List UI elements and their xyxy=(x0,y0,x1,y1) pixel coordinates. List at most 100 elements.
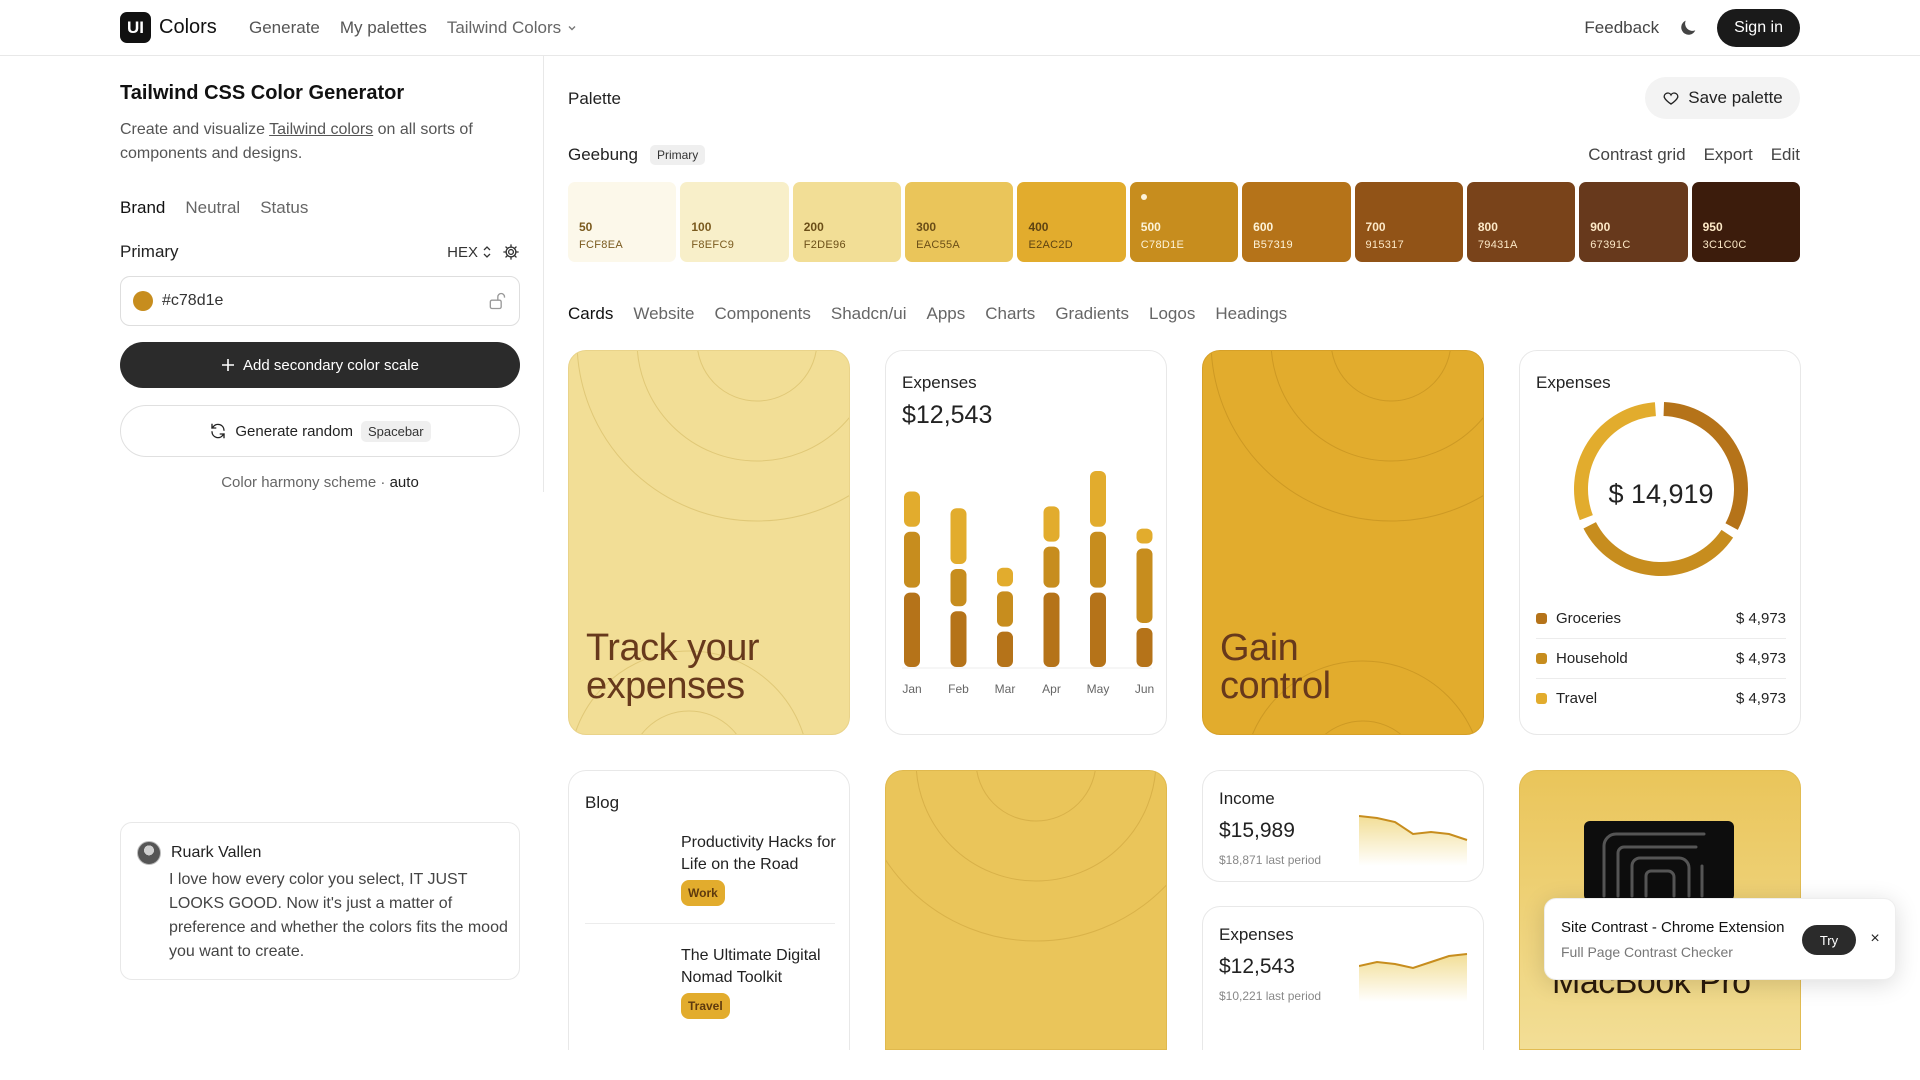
testimonial-card: Ruark Vallen I love how every color you … xyxy=(120,822,520,980)
tag-badge: Work xyxy=(681,880,725,906)
bar-segment-may-1 xyxy=(1090,531,1106,588)
blog-label: Blog xyxy=(585,793,620,812)
legend-name: Travel xyxy=(1556,689,1598,707)
moon-icon[interactable] xyxy=(1677,17,1699,39)
testimonial-quote: I love how every color you select, IT JU… xyxy=(169,871,508,960)
x-tick-label: Apr xyxy=(1042,682,1061,696)
blog-item[interactable]: Productivity Hacks for Life on the Road … xyxy=(681,832,846,906)
swatch-500[interactable]: 500 C78D1E xyxy=(1129,182,1239,262)
x-tick-label: May xyxy=(1087,682,1110,696)
scale-type-tabs: Brand Neutral Status xyxy=(120,198,308,218)
expenses-small-card: Expenses $12,543 $10,221 last period xyxy=(1202,906,1484,1050)
blog-item[interactable]: The Ultimate Digital Nomad Toolkit Trave… xyxy=(681,945,846,1019)
swatch-800[interactable]: 800 79431A xyxy=(1466,182,1576,262)
swatch-100[interactable]: 100 F8EFC9 xyxy=(680,182,789,262)
tab-logos[interactable]: Logos xyxy=(1149,304,1195,324)
expenses-small-value: $12,543 xyxy=(1219,955,1295,978)
harmony-scheme[interactable]: Color harmony scheme · auto xyxy=(120,474,520,491)
contrast-grid-link[interactable]: Contrast grid xyxy=(1588,145,1685,165)
income-card: Income $15,989 $18,871 last period xyxy=(1202,770,1484,882)
bar-segment-feb-1 xyxy=(950,569,967,607)
swatch-step: 700 xyxy=(1365,220,1386,234)
chrome-extension-toast: Site Contrast - Chrome Extension Full Pa… xyxy=(1544,898,1896,980)
swatch-step: 100 xyxy=(691,220,712,234)
format-select[interactable]: HEX xyxy=(447,244,492,261)
tag-badge: Travel xyxy=(681,993,730,1019)
legend-value: $ 4,973 xyxy=(1735,609,1786,627)
swatch-code: 3C1C0C xyxy=(1702,239,1747,251)
tab-website[interactable]: Website xyxy=(633,304,694,324)
gear-icon[interactable] xyxy=(502,243,520,261)
scale-header: Geebung Primary xyxy=(568,145,706,165)
swatch-950[interactable]: 950 3C1C0C xyxy=(1691,182,1800,262)
swatch-200[interactable]: 200 F2DE96 xyxy=(792,182,902,262)
sign-in-button[interactable]: Sign in xyxy=(1717,9,1800,47)
export-link[interactable]: Export xyxy=(1704,145,1753,165)
swatch-300[interactable]: 300 EAC55A xyxy=(905,182,1014,262)
legend-name: Groceries xyxy=(1556,609,1622,627)
blog-divider xyxy=(585,923,835,924)
palette-heading: Palette xyxy=(568,89,621,108)
tab-shadcn-ui[interactable]: Shadcn/ui xyxy=(831,304,907,324)
preview-tabs: Cards Website Components Shadcn/ui Apps … xyxy=(568,304,1287,324)
track-expenses-card: Track your expenses xyxy=(568,350,850,735)
decorative-arcs xyxy=(886,771,1166,942)
expenses-chart-card: Expenses $12,543 Jan Feb Mar Apr May Jun xyxy=(885,350,1167,735)
color-swatch-dot[interactable] xyxy=(133,291,153,311)
edit-link[interactable]: Edit xyxy=(1771,145,1800,165)
swatch-code: EAC55A xyxy=(916,239,961,251)
tab-apps[interactable]: Apps xyxy=(926,304,965,324)
feedback-link[interactable]: Feedback xyxy=(1584,18,1659,38)
close-icon[interactable]: × xyxy=(1865,929,1885,949)
logo[interactable]: UI Colors xyxy=(120,12,217,43)
bar-segment-may-2 xyxy=(1090,471,1106,527)
swatch-step: 400 xyxy=(1028,220,1049,234)
nav-generate[interactable]: Generate xyxy=(249,18,320,38)
swatch-600[interactable]: 600 B57319 xyxy=(1242,182,1351,262)
tab-components[interactable]: Components xyxy=(714,304,810,324)
expenses-label: Expenses xyxy=(902,373,977,392)
tab-neutral[interactable]: Neutral xyxy=(185,198,240,218)
color-hex-field[interactable]: #c78d1e xyxy=(120,276,520,326)
legend-household: Household $ 4,973 xyxy=(1536,638,1786,678)
blog-title: Productivity Hacks for Life on the Road xyxy=(681,834,836,873)
avatar xyxy=(137,841,161,865)
testimonial-author: Ruark Vallen xyxy=(137,841,261,865)
swatch-50[interactable]: 50 FCF8EA xyxy=(568,182,677,262)
save-palette-button[interactable]: Save palette xyxy=(1645,77,1800,119)
add-secondary-scale-button[interactable]: Add secondary color scale xyxy=(120,342,520,388)
top-navigation-bar: UI Colors Generate My palettes Tailwind … xyxy=(0,0,1920,56)
tailwind-colors-link[interactable]: Tailwind colors xyxy=(269,121,373,138)
tab-headings[interactable]: Headings xyxy=(1215,304,1287,324)
hex-input-value[interactable]: #c78d1e xyxy=(162,292,487,310)
swatch-900[interactable]: 900 67391C xyxy=(1579,182,1688,262)
unlock-icon[interactable] xyxy=(487,291,507,311)
bar-segment-jun-0 xyxy=(1136,627,1153,667)
generate-random-button[interactable]: Generate random Spacebar xyxy=(120,405,520,457)
harmony-label: Color harmony scheme · xyxy=(221,474,390,491)
pattern-card xyxy=(885,770,1167,1050)
tab-cards[interactable]: Cards xyxy=(568,304,613,324)
page-description: Create and visualize Tailwind colors on … xyxy=(120,118,520,166)
swatch-step: 50 xyxy=(579,220,593,234)
expenses-sparkline xyxy=(1359,953,1468,1002)
testimonial-name: Ruark Vallen xyxy=(171,844,262,861)
nav-tailwind-colors-dropdown[interactable]: Tailwind Colors xyxy=(447,18,577,38)
swatch-step: 800 xyxy=(1477,220,1498,234)
primary-badge: Primary xyxy=(649,145,706,165)
nav-my-palettes[interactable]: My palettes xyxy=(340,18,427,38)
tab-gradients[interactable]: Gradients xyxy=(1055,304,1129,324)
tab-brand[interactable]: Brand xyxy=(120,198,165,218)
tab-status[interactable]: Status xyxy=(260,198,308,218)
try-button[interactable]: Try xyxy=(1802,925,1856,955)
tab-charts[interactable]: Charts xyxy=(985,304,1035,324)
bar-segment-apr-0 xyxy=(1043,592,1060,667)
heart-icon xyxy=(1663,92,1679,105)
swatch-700[interactable]: 700 915317 xyxy=(1354,182,1463,262)
income-sparkline xyxy=(1359,815,1468,866)
swatch-400[interactable]: 400 E2AC2D xyxy=(1017,182,1126,262)
swatch-code: F8EFC9 xyxy=(691,239,735,251)
bar-segment-jan-0 xyxy=(904,592,920,667)
scale-name[interactable]: Geebung xyxy=(568,145,638,165)
donut-label: Expenses xyxy=(1536,373,1611,392)
